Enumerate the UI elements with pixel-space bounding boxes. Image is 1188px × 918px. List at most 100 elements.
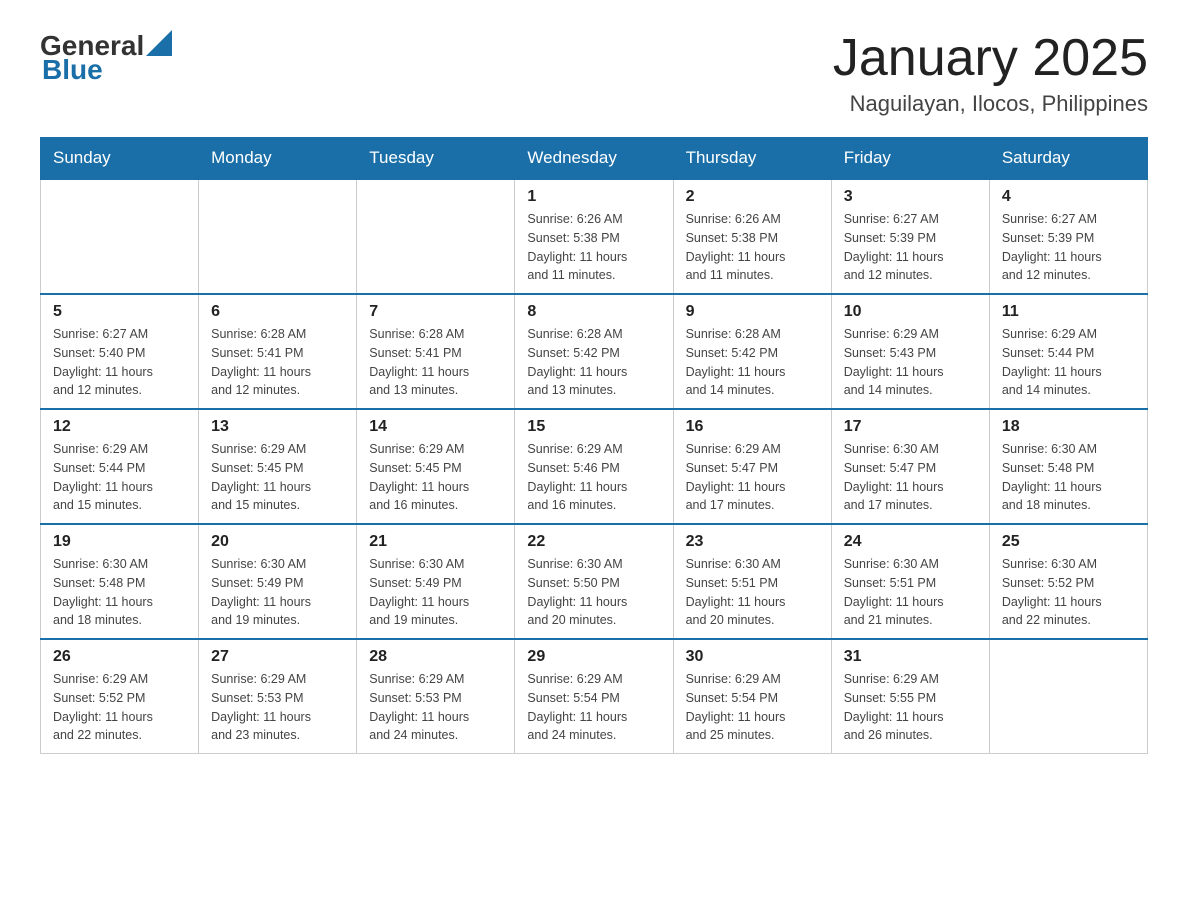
calendar-header-sunday: Sunday [41, 138, 199, 180]
calendar-cell: 19Sunrise: 6:30 AM Sunset: 5:48 PM Dayli… [41, 524, 199, 639]
calendar-cell: 26 Sunrise: 6:29 AM Sunset: 5:52 PM Dayli… [41, 639, 199, 754]
calendar-cell: 29Sunrise: 6:29 AM Sunset: 5:54 PM Dayli… [515, 639, 673, 754]
calendar-cell: 7 Sunrise: 6:28 AM Sunset: 5:41 PM Daylig… [357, 294, 515, 409]
calendar-cell: 10Sunrise: 6:29 AM Sunset: 5:43 PM Dayli… [831, 294, 989, 409]
day-info: Sunrise: 6:30 AM Sunset: 5:52 PM Dayligh… [1002, 555, 1135, 630]
calendar-cell: 4 Sunrise: 6:27 AM Sunset: 5:39 PM Daylig… [989, 179, 1147, 294]
day-number: 2 [686, 188, 819, 206]
day-number: 3 [844, 188, 977, 206]
calendar-table: SundayMondayTuesdayWednesdayThursdayFrid… [40, 137, 1148, 754]
calendar-header-thursday: Thursday [673, 138, 831, 180]
day-info: Sunrise: 6:26 AM Sunset: 5:38 PM Dayligh… [527, 210, 660, 285]
day-number: 26 [53, 648, 186, 666]
calendar-cell: 14 Sunrise: 6:29 AM Sunset: 5:45 PM Dayli… [357, 409, 515, 524]
calendar-cell: 27 Sunrise: 6:29 AM Sunset: 5:53 PM Dayli… [199, 639, 357, 754]
calendar-cell: 3 Sunrise: 6:27 AM Sunset: 5:39 PM Daylig… [831, 179, 989, 294]
week-row-5: 26 Sunrise: 6:29 AM Sunset: 5:52 PM Dayli… [41, 639, 1148, 754]
day-info: Sunrise: 6:29 AM Sunset: 5:53 PM Dayligh… [211, 670, 344, 745]
day-info: Sunrise: 6:27 AM Sunset: 5:39 PM Dayligh… [844, 210, 977, 285]
calendar-header-row: SundayMondayTuesdayWednesdayThursdayFrid… [41, 138, 1148, 180]
calendar-cell [989, 639, 1147, 754]
calendar-cell [199, 179, 357, 294]
day-info: Sunrise: 6:29 AM Sunset: 5:54 PM Dayligh… [686, 670, 819, 745]
calendar-header-monday: Monday [199, 138, 357, 180]
day-number: 4 [1002, 188, 1135, 206]
month-title: January 2025 [833, 30, 1148, 87]
week-row-2: 5 Sunrise: 6:27 AM Sunset: 5:40 PM Daylig… [41, 294, 1148, 409]
calendar-cell: 12Sunrise: 6:29 AM Sunset: 5:44 PM Dayli… [41, 409, 199, 524]
day-info: Sunrise: 6:29 AM Sunset: 5:44 PM Dayligh… [1002, 325, 1135, 400]
calendar-cell: 25 Sunrise: 6:30 AM Sunset: 5:52 PM Dayli… [989, 524, 1147, 639]
day-info: Sunrise: 6:30 AM Sunset: 5:51 PM Dayligh… [686, 555, 819, 630]
calendar-cell: 2 Sunrise: 6:26 AM Sunset: 5:38 PM Daylig… [673, 179, 831, 294]
calendar-cell: 24 Sunrise: 6:30 AM Sunset: 5:51 PM Dayli… [831, 524, 989, 639]
logo: General Blue [40, 30, 172, 86]
day-number: 8 [527, 303, 660, 321]
calendar-cell: 18Sunrise: 6:30 AM Sunset: 5:48 PM Dayli… [989, 409, 1147, 524]
calendar-cell: 16 Sunrise: 6:29 AM Sunset: 5:47 PM Dayli… [673, 409, 831, 524]
day-number: 15 [527, 418, 660, 436]
day-number: 18 [1002, 418, 1135, 436]
day-info: Sunrise: 6:28 AM Sunset: 5:42 PM Dayligh… [686, 325, 819, 400]
day-number: 11 [1002, 303, 1135, 321]
day-info: Sunrise: 6:28 AM Sunset: 5:42 PM Dayligh… [527, 325, 660, 400]
day-info: Sunrise: 6:27 AM Sunset: 5:39 PM Dayligh… [1002, 210, 1135, 285]
day-number: 28 [369, 648, 502, 666]
calendar-cell: 11 Sunrise: 6:29 AM Sunset: 5:44 PM Dayli… [989, 294, 1147, 409]
day-number: 24 [844, 533, 977, 551]
calendar-cell: 6Sunrise: 6:28 AM Sunset: 5:41 PM Daylig… [199, 294, 357, 409]
day-number: 21 [369, 533, 502, 551]
day-number: 17 [844, 418, 977, 436]
calendar-cell: 23 Sunrise: 6:30 AM Sunset: 5:51 PM Dayli… [673, 524, 831, 639]
location-title: Naguilayan, Ilocos, Philippines [833, 91, 1148, 117]
calendar-cell: 21Sunrise: 6:30 AM Sunset: 5:49 PM Dayli… [357, 524, 515, 639]
day-info: Sunrise: 6:29 AM Sunset: 5:52 PM Dayligh… [53, 670, 186, 745]
calendar-cell: 30 Sunrise: 6:29 AM Sunset: 5:54 PM Dayli… [673, 639, 831, 754]
day-number: 31 [844, 648, 977, 666]
day-number: 16 [686, 418, 819, 436]
day-number: 14 [369, 418, 502, 436]
day-info: Sunrise: 6:30 AM Sunset: 5:48 PM Dayligh… [53, 555, 186, 630]
day-info: Sunrise: 6:29 AM Sunset: 5:45 PM Dayligh… [369, 440, 502, 515]
day-number: 7 [369, 303, 502, 321]
calendar-cell: 28Sunrise: 6:29 AM Sunset: 5:53 PM Dayli… [357, 639, 515, 754]
page-header: General Blue January 2025 Naguilayan, Il… [40, 30, 1148, 117]
day-number: 9 [686, 303, 819, 321]
calendar-cell [357, 179, 515, 294]
calendar-cell: 13 Sunrise: 6:29 AM Sunset: 5:45 PM Dayli… [199, 409, 357, 524]
calendar-cell: 22Sunrise: 6:30 AM Sunset: 5:50 PM Dayli… [515, 524, 673, 639]
calendar-cell: 20Sunrise: 6:30 AM Sunset: 5:49 PM Dayli… [199, 524, 357, 639]
day-info: Sunrise: 6:29 AM Sunset: 5:45 PM Dayligh… [211, 440, 344, 515]
calendar-cell: 5 Sunrise: 6:27 AM Sunset: 5:40 PM Daylig… [41, 294, 199, 409]
day-info: Sunrise: 6:29 AM Sunset: 5:46 PM Dayligh… [527, 440, 660, 515]
day-info: Sunrise: 6:27 AM Sunset: 5:40 PM Dayligh… [53, 325, 186, 400]
calendar-cell: 9 Sunrise: 6:28 AM Sunset: 5:42 PM Daylig… [673, 294, 831, 409]
day-number: 27 [211, 648, 344, 666]
day-number: 23 [686, 533, 819, 551]
day-number: 13 [211, 418, 344, 436]
day-info: Sunrise: 6:29 AM Sunset: 5:55 PM Dayligh… [844, 670, 977, 745]
day-info: Sunrise: 6:29 AM Sunset: 5:54 PM Dayligh… [527, 670, 660, 745]
calendar-cell: 15 Sunrise: 6:29 AM Sunset: 5:46 PM Dayli… [515, 409, 673, 524]
day-number: 25 [1002, 533, 1135, 551]
calendar-cell [41, 179, 199, 294]
calendar-cell: 31 Sunrise: 6:29 AM Sunset: 5:55 PM Dayli… [831, 639, 989, 754]
logo-blue-text: Blue [42, 54, 103, 86]
calendar-header-saturday: Saturday [989, 138, 1147, 180]
day-number: 30 [686, 648, 819, 666]
day-info: Sunrise: 6:30 AM Sunset: 5:51 PM Dayligh… [844, 555, 977, 630]
week-row-4: 19Sunrise: 6:30 AM Sunset: 5:48 PM Dayli… [41, 524, 1148, 639]
day-info: Sunrise: 6:26 AM Sunset: 5:38 PM Dayligh… [686, 210, 819, 285]
day-info: Sunrise: 6:28 AM Sunset: 5:41 PM Dayligh… [369, 325, 502, 400]
calendar-cell: 8 Sunrise: 6:28 AM Sunset: 5:42 PM Daylig… [515, 294, 673, 409]
day-number: 10 [844, 303, 977, 321]
calendar-cell: 17Sunrise: 6:30 AM Sunset: 5:47 PM Dayli… [831, 409, 989, 524]
day-info: Sunrise: 6:29 AM Sunset: 5:44 PM Dayligh… [53, 440, 186, 515]
day-info: Sunrise: 6:28 AM Sunset: 5:41 PM Dayligh… [211, 325, 344, 400]
calendar-header-friday: Friday [831, 138, 989, 180]
day-number: 5 [53, 303, 186, 321]
title-area: January 2025 Naguilayan, Ilocos, Philipp… [833, 30, 1148, 117]
calendar-header-wednesday: Wednesday [515, 138, 673, 180]
day-number: 20 [211, 533, 344, 551]
day-info: Sunrise: 6:29 AM Sunset: 5:47 PM Dayligh… [686, 440, 819, 515]
